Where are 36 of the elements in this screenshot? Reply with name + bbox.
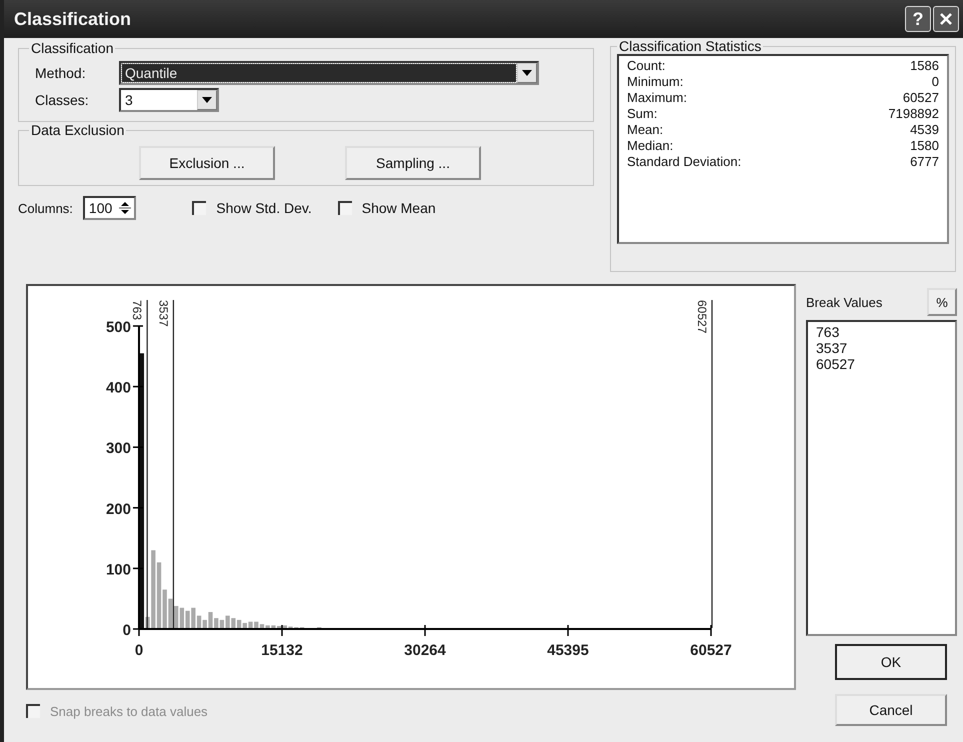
stat-value: 6777: [910, 154, 939, 170]
tick-label: 400: [106, 380, 131, 397]
window-title: Classification: [14, 8, 132, 30]
tick-label: 100: [106, 561, 131, 578]
stat-value: 0: [932, 74, 939, 90]
group-title: Classification: [30, 40, 114, 56]
stat-value: 4539: [910, 122, 939, 138]
tick-label: 300: [106, 440, 131, 458]
classes-label: Classes:: [35, 92, 90, 108]
tick-label: 500: [106, 319, 131, 336]
break-label: 60527: [695, 300, 709, 334]
stat-label: Median:: [627, 138, 674, 154]
tick-label: 15132: [261, 642, 303, 659]
break-values-title: Break Values: [806, 294, 882, 310]
stat-label: Mean:: [627, 122, 664, 138]
stat-label: Maximum:: [627, 90, 687, 106]
tick-label: 30264: [404, 642, 446, 659]
tick-label: 0: [134, 642, 144, 659]
stat-label: Count:: [627, 58, 666, 74]
method-label: Method:: [35, 65, 87, 81]
stat-label: Minimum:: [627, 74, 684, 90]
group-title: Classification Statistics: [618, 38, 762, 54]
tick-label: 200: [106, 500, 131, 518]
columns-label: Columns:: [18, 200, 73, 216]
stat-value: 1586: [910, 58, 939, 74]
stat-value: 7198892: [888, 106, 939, 122]
stat-label: Sum:: [627, 106, 658, 122]
tick-label: 60527: [690, 642, 732, 659]
break-label: 3537: [156, 300, 170, 327]
tick-label: 0: [122, 622, 131, 639]
stat-value: 1580: [910, 138, 939, 154]
stat-value: 60527: [902, 90, 939, 106]
break-label: 763: [130, 300, 144, 320]
tick-label: 45395: [547, 642, 589, 659]
stat-label: Standard Deviation:: [627, 154, 742, 170]
group-title: Data Exclusion: [30, 122, 126, 138]
